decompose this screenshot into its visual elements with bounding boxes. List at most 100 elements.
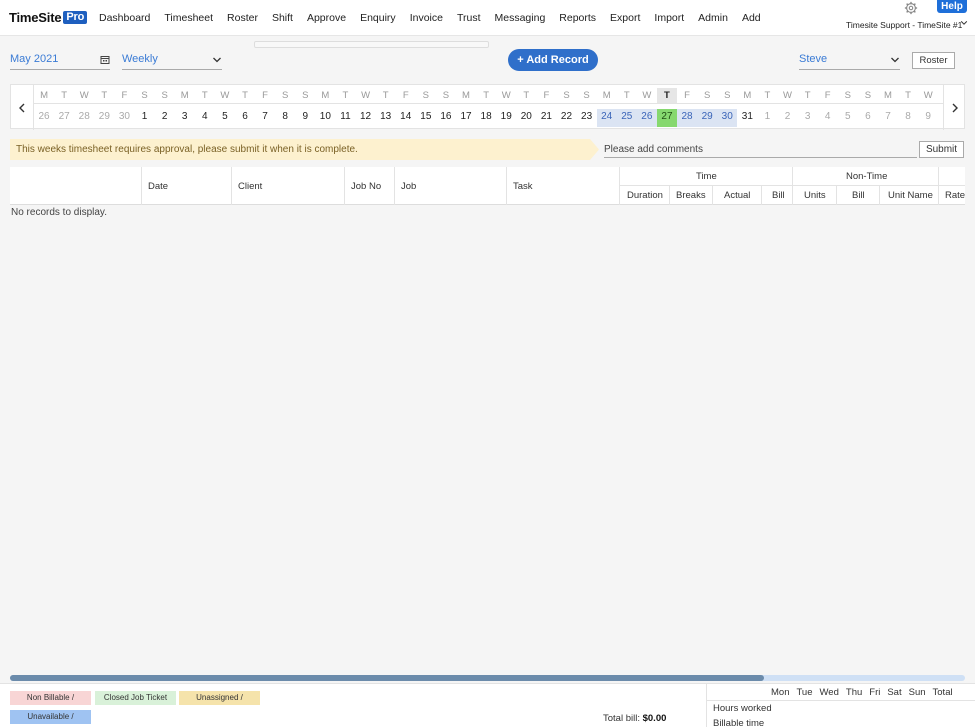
col-rate[interactable]: Rate bbox=[945, 190, 965, 201]
calendar-icon[interactable] bbox=[100, 55, 110, 65]
calendar-day[interactable]: 29 bbox=[697, 109, 718, 127]
calendar-day[interactable]: 29 bbox=[94, 109, 114, 127]
calendar-day[interactable]: 6 bbox=[235, 109, 255, 127]
calendar-day[interactable]: 24 bbox=[596, 109, 617, 127]
col-actual[interactable]: Actual bbox=[724, 190, 750, 201]
calendar-day[interactable]: 5 bbox=[215, 109, 235, 127]
col-duration[interactable]: Duration bbox=[627, 190, 663, 201]
col-nontime-bill[interactable]: Bill bbox=[852, 190, 865, 201]
nav-enquiry[interactable]: Enquiry bbox=[360, 12, 396, 24]
calendar-day[interactable]: 11 bbox=[335, 109, 355, 127]
add-record-button[interactable]: + Add Record bbox=[508, 49, 598, 71]
summary-tue: Tue bbox=[796, 687, 813, 698]
total-bill-label: Total bill: bbox=[603, 713, 640, 724]
calendar-day[interactable]: 21 bbox=[536, 109, 556, 127]
account-selector[interactable]: Timesite Support - TimeSite #1 bbox=[846, 20, 962, 30]
calendar-day[interactable]: 3 bbox=[175, 109, 195, 127]
calendar-day[interactable]: 1 bbox=[134, 109, 154, 127]
summary-fri: Fri bbox=[869, 687, 881, 698]
scrollbar-thumb[interactable] bbox=[10, 675, 765, 681]
day-of-week-label: T bbox=[804, 90, 811, 101]
period-select[interactable]: Weekly bbox=[122, 52, 222, 70]
calendar-day[interactable]: 15 bbox=[416, 109, 436, 127]
nav-export[interactable]: Export bbox=[610, 12, 640, 24]
comments-input[interactable] bbox=[604, 141, 917, 158]
calendar-day[interactable]: 19 bbox=[496, 109, 516, 127]
settings-gear-icon[interactable] bbox=[904, 1, 918, 15]
calendar-day[interactable]: 23 bbox=[577, 109, 597, 127]
calendar-day[interactable]: 2 bbox=[155, 109, 175, 127]
calendar-day[interactable]: 7 bbox=[878, 109, 898, 127]
nav-import[interactable]: Import bbox=[654, 12, 684, 24]
timesite-logo[interactable]: TimeSite Pro bbox=[9, 10, 88, 25]
calendar-day[interactable]: 5 bbox=[838, 109, 858, 127]
brand-name: TimeSite bbox=[9, 10, 62, 25]
calendar-day[interactable]: 9 bbox=[295, 109, 315, 127]
calendar-day[interactable]: 4 bbox=[195, 109, 215, 127]
col-job-no[interactable]: Job No bbox=[351, 181, 381, 192]
calendar-day[interactable]: 25 bbox=[616, 109, 637, 127]
col-units[interactable]: Units bbox=[804, 190, 826, 201]
calendar-day[interactable]: 30 bbox=[717, 109, 738, 127]
month-picker[interactable]: May 2021 bbox=[10, 52, 110, 70]
nav-roster[interactable]: Roster bbox=[227, 12, 258, 24]
nav-invoice[interactable]: Invoice bbox=[410, 12, 443, 24]
calendar-day[interactable]: 27 bbox=[54, 109, 74, 127]
calendar-day[interactable]: 2 bbox=[777, 109, 797, 127]
calendar-day[interactable]: 20 bbox=[516, 109, 536, 127]
calendar-day[interactable]: 7 bbox=[255, 109, 275, 127]
calendar-day[interactable]: 3 bbox=[798, 109, 818, 127]
nav-shift[interactable]: Shift bbox=[272, 12, 293, 24]
calendar-day[interactable]: 28 bbox=[677, 109, 698, 127]
calendar-day[interactable]: 13 bbox=[376, 109, 396, 127]
calendar-day[interactable]: 16 bbox=[436, 109, 456, 127]
grid-horizontal-scrollbar[interactable] bbox=[10, 675, 965, 681]
nav-add[interactable]: Add bbox=[742, 12, 761, 24]
nav-approve[interactable]: Approve bbox=[307, 12, 346, 24]
help-button[interactable]: Help bbox=[937, 0, 967, 13]
calendar-day[interactable]: 6 bbox=[858, 109, 878, 127]
nav-trust[interactable]: Trust bbox=[457, 12, 481, 24]
calendar-day[interactable]: 28 bbox=[74, 109, 94, 127]
calendar-day[interactable]: 1 bbox=[757, 109, 777, 127]
nav-admin[interactable]: Admin bbox=[698, 12, 728, 24]
calendar-day[interactable]: 18 bbox=[476, 109, 496, 127]
calendar-day[interactable]: 17 bbox=[456, 109, 476, 127]
calendar-day[interactable]: 26 bbox=[636, 109, 657, 127]
nav-reports[interactable]: Reports bbox=[559, 12, 596, 24]
next-period-button[interactable] bbox=[943, 85, 966, 130]
total-bill: Total bill: $0.00 bbox=[603, 713, 666, 724]
calendar-day[interactable]: 10 bbox=[315, 109, 335, 127]
roster-button[interactable]: Roster bbox=[912, 52, 955, 69]
col-breaks[interactable]: Breaks bbox=[676, 190, 706, 201]
col-time-bill[interactable]: Bill bbox=[772, 190, 785, 201]
nav-dashboard[interactable]: Dashboard bbox=[99, 12, 150, 24]
calendar-day[interactable]: 4 bbox=[818, 109, 838, 127]
calendar-day[interactable]: 9 bbox=[918, 109, 938, 127]
day-of-week-label: T bbox=[61, 90, 68, 101]
calendar-day[interactable]: 14 bbox=[396, 109, 416, 127]
submit-button[interactable]: Submit bbox=[919, 141, 964, 158]
col-date[interactable]: Date bbox=[148, 181, 168, 192]
calendar-day[interactable]: 26 bbox=[34, 109, 54, 127]
col-unit-name[interactable]: Unit Name bbox=[888, 190, 933, 201]
nav-timesheet[interactable]: Timesheet bbox=[164, 12, 213, 24]
calendar-day[interactable]: 31 bbox=[737, 109, 757, 127]
calendar-day[interactable]: 30 bbox=[114, 109, 134, 127]
day-of-week-row: MTWTFSSMTWTFSSMTWTFSSMTWTFSSMTWTFSSMTWTF… bbox=[34, 88, 943, 104]
day-of-week-label: T bbox=[342, 90, 349, 101]
day-of-week-label: T bbox=[905, 90, 911, 101]
summary-total: Total bbox=[932, 687, 953, 698]
calendar-day[interactable]: 22 bbox=[556, 109, 576, 127]
calendar-day[interactable]: 8 bbox=[898, 109, 918, 127]
calendar-day[interactable]: 12 bbox=[356, 109, 376, 127]
calendar-day[interactable]: 8 bbox=[275, 109, 295, 127]
person-select[interactable]: Steve bbox=[799, 52, 900, 70]
nav-messaging[interactable]: Messaging bbox=[495, 12, 546, 24]
previous-period-button[interactable] bbox=[11, 85, 34, 130]
col-task[interactable]: Task bbox=[513, 181, 533, 192]
chevron-down-icon[interactable] bbox=[960, 19, 968, 27]
col-client[interactable]: Client bbox=[238, 181, 262, 192]
calendar-day-selected[interactable]: 27 bbox=[656, 109, 677, 127]
col-job[interactable]: Job bbox=[401, 181, 416, 192]
